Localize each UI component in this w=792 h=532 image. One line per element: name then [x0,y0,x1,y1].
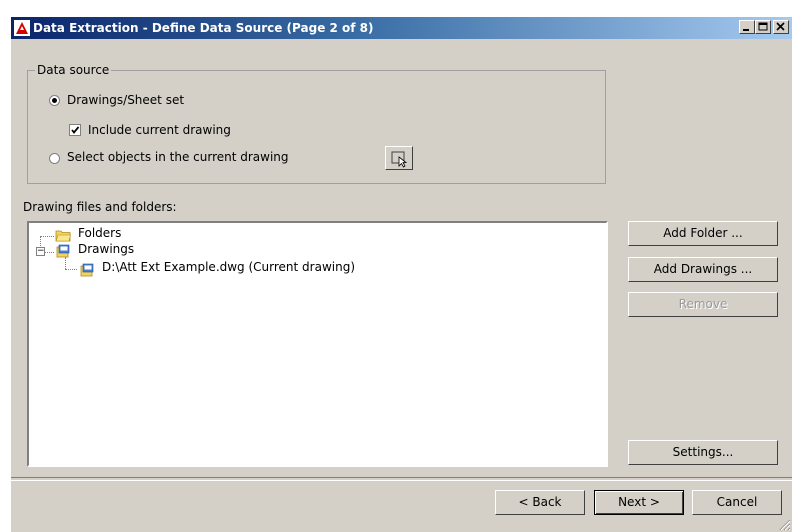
radio-selected-dot [52,98,57,103]
close-button[interactable] [773,20,789,34]
tree-connector [65,269,77,270]
add-folder-button[interactable]: Add Folder ... [628,221,778,246]
minimize-icon [743,29,749,31]
checkmark-icon [71,126,80,134]
dialog-window: Data Extraction - Define Data Source (Pa… [10,16,792,532]
drawing-set-icon [56,244,70,258]
data-source-group-label: Data source [35,63,112,77]
resize-grip-icon[interactable] [777,517,791,531]
tree-item-current-drawing[interactable]: D:\Att Ext Example.dwg (Current drawing) [102,260,355,274]
cancel-button[interactable]: Cancel [692,490,782,515]
back-button[interactable]: < Back [495,490,585,515]
include-current-checkbox[interactable] [69,124,81,136]
drawing-files-tree[interactable]: Folders − Drawings D:\Att Ext Example.dw… [27,221,608,467]
tree-connector [40,236,54,237]
close-icon [776,22,785,31]
remove-button[interactable]: Remove [628,292,778,317]
tree-connector [45,252,54,253]
next-button[interactable]: Next > [594,490,684,515]
select-objects-button[interactable] [385,146,413,170]
title-bar[interactable]: Data Extraction - Define Data Source (Pa… [11,17,792,39]
radio-drawings-sheet-set[interactable] [49,95,60,106]
drawing-file-icon [80,263,94,277]
footer-separator [11,477,792,481]
tree-connector [65,257,66,269]
tree-item-folders[interactable]: Folders [78,226,121,240]
settings-button[interactable]: Settings... [628,440,778,465]
window-title: Data Extraction - Define Data Source (Pa… [33,21,374,35]
select-objects-icon [391,151,408,168]
folder-icon [55,230,71,242]
minimize-button[interactable] [739,20,755,34]
radio-drawings-label[interactable]: Drawings/Sheet set [67,93,184,107]
radio-select-objects[interactable] [49,153,60,164]
autocad-app-icon [14,20,30,36]
add-drawings-button[interactable]: Add Drawings ... [628,257,778,282]
drawing-files-label: Drawing files and folders: [23,200,177,214]
tree-collapse-icon[interactable]: − [36,247,45,256]
radio-select-objects-label[interactable]: Select objects in the current drawing [67,150,289,164]
include-current-label[interactable]: Include current drawing [88,123,231,137]
maximize-icon [758,22,768,31]
tree-item-drawings[interactable]: Drawings [78,242,134,256]
maximize-button[interactable] [755,20,771,34]
